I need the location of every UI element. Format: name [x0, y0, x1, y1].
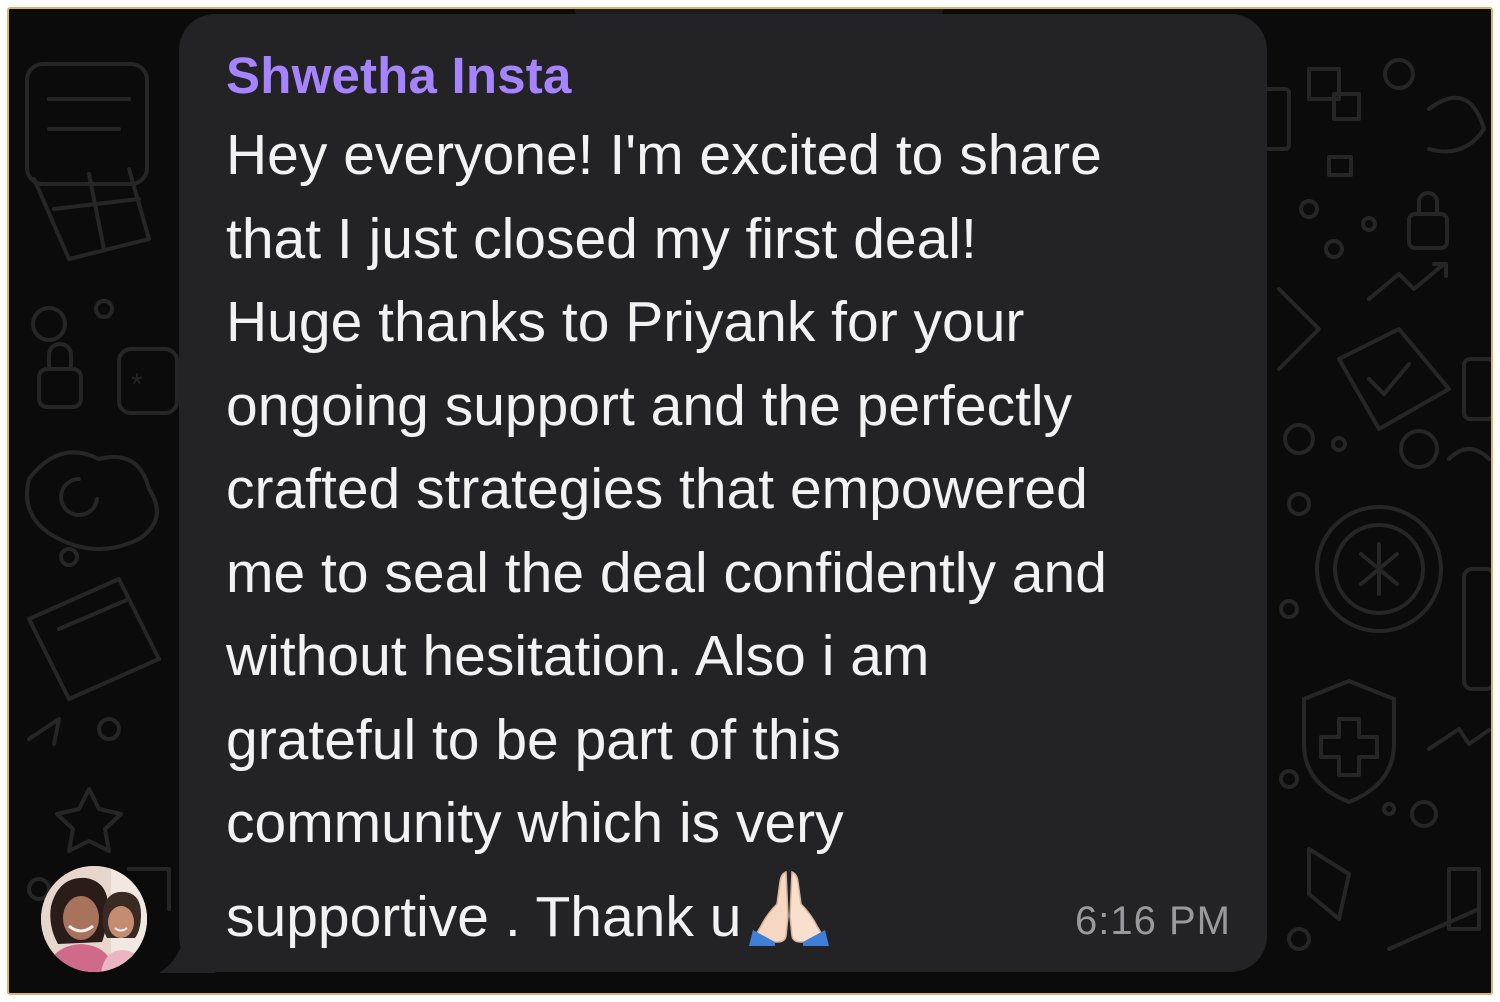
message-line: me to seal the deal confidently and	[226, 540, 1107, 605]
message-line: that I just closed my first deal!	[226, 206, 977, 271]
sender-avatar[interactable]	[41, 866, 147, 972]
message-line: without hesitation. Also i am	[226, 624, 930, 688]
message-line: Hey everyone! I'm excited to share	[226, 123, 1102, 187]
message-timestamp: 6:16 PM	[1075, 899, 1231, 943]
folded-hands-icon	[749, 866, 830, 970]
message-line: supportive . Thank u	[226, 884, 742, 949]
message-line: community which is very	[226, 791, 844, 855]
chat-screenshot-frame: * Shwetha Insta Hey everyone! I'm excite…	[7, 7, 1493, 995]
avatar-photo-icon	[41, 866, 147, 972]
message-line: crafted strategies that empowered	[226, 457, 1088, 521]
sender-name[interactable]: Shwetha Insta	[226, 46, 572, 105]
message-line: ongoing support and the perfectly	[226, 373, 1073, 438]
message-line: grateful to be part of this	[226, 707, 841, 772]
message-line: Huge thanks to Priyank for your	[226, 290, 1025, 354]
svg-text:*: *	[131, 368, 143, 401]
message-bubble[interactable]: Shwetha Insta Hey everyone! I'm excited …	[179, 14, 1267, 972]
message-text: Hey everyone! I'm excited to share that …	[226, 114, 1256, 969]
